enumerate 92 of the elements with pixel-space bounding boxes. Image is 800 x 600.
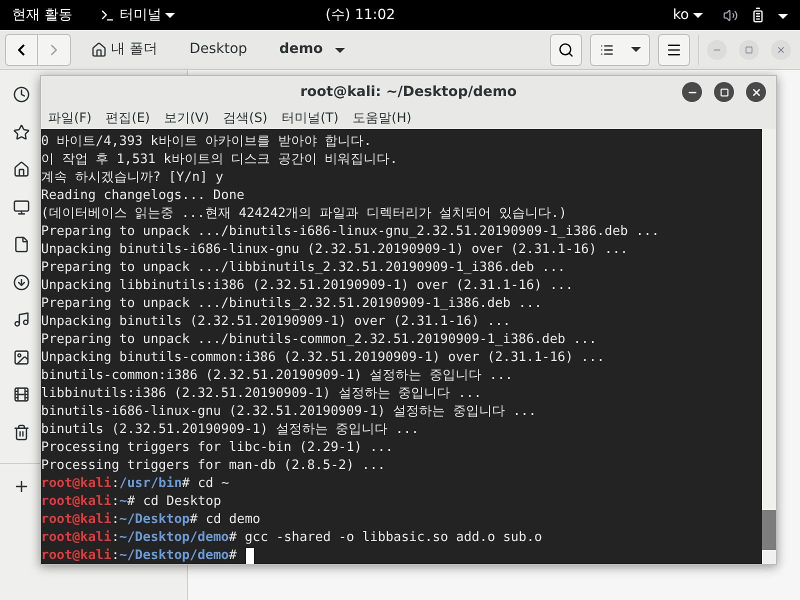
terminal-line: Processing triggers for libc-bin (2.29-1) ... [41, 439, 394, 457]
path-button[interactable]: demo [267, 34, 357, 64]
minimize-button[interactable] [682, 82, 702, 102]
menu-button[interactable] [658, 34, 690, 66]
search-button[interactable] [550, 34, 582, 66]
terminal-line: libbinutils:i386 (2.32.51.20190909-1) 설정하는 중입니다 ... [41, 385, 482, 403]
maximize-button[interactable] [714, 82, 734, 102]
terminal-line: binutils-i686-linux-gnu (2.32.51.20190909-1) 설정하는 중입니다 ... [41, 403, 536, 421]
sidebar-place-icon[interactable] [13, 274, 30, 290]
caret-icon [334, 48, 345, 53]
clock[interactable]: (수) 11:02 [325, 4, 396, 26]
search-icon [558, 42, 574, 58]
list-icon [600, 42, 614, 56]
menu-icon [666, 42, 682, 58]
command-text: cd Desktop [142, 493, 222, 511]
terminal-line: binutils (2.32.51.20190909-1) 설정하는 중입니다 ... [41, 421, 419, 439]
prompt-user: root@kali [41, 475, 112, 493]
close-icon [750, 86, 762, 98]
terminal-line: 0 바이트/4,393 k바이트 아카이브를 받아야 합니다. [41, 133, 372, 151]
prompt-user: root@kali [41, 511, 112, 529]
caret-icon [630, 47, 640, 52]
path-button[interactable]: Desktop [177, 34, 260, 64]
prompt-user: root@kali [41, 493, 112, 511]
terminal-icon [100, 8, 116, 22]
sidebar-place-icon[interactable] [13, 198, 30, 216]
terminal-line: 계속 하시겠습니까? [Y/n] y [41, 169, 224, 187]
command-text: cd ~ [198, 475, 230, 493]
input-method-menu[interactable]: ko [672, 4, 703, 26]
maximize-icon [720, 88, 728, 96]
scrollbar-thumb[interactable] [762, 510, 776, 550]
command-text: cd demo [206, 511, 260, 529]
volume-icon [723, 8, 738, 22]
prompt-sign: # [190, 511, 198, 529]
app-menu[interactable]: 터미널 [100, 4, 176, 26]
sidebar-place-icon[interactable] [13, 236, 30, 253]
sidebar-place-icon[interactable] [13, 161, 30, 178]
path-button[interactable]: 내 폴더 [79, 34, 170, 64]
terminal-line: binutils-common:i386 (2.32.51.20190909-1) 설정하는 중입니다 ... [41, 367, 513, 385]
close-button[interactable] [746, 82, 766, 102]
terminal-line: Preparing to unpack .../binutils_2.32.51.20190909-1_i386.deb ... [41, 295, 542, 313]
prompt-separator: : [111, 529, 120, 547]
sidebar-place-icon[interactable] [13, 386, 30, 403]
window-title: root@kali: ~/Desktop/demo [300, 82, 517, 102]
menu-item[interactable]: 터미널(T) [281, 108, 339, 128]
menu-item[interactable]: 도움말(H) [352, 108, 412, 128]
menu-item[interactable]: 편집(E) [106, 108, 150, 128]
sidebar-place-icon[interactable] [13, 311, 30, 328]
prompt-path: /usr/bin [119, 475, 182, 493]
prompt-user: root@kali [41, 529, 112, 547]
close-icon [776, 44, 786, 54]
command-text: gcc -shared -o libbasic.so add.o sub.o [244, 529, 542, 547]
menu-item[interactable]: 파일(F) [48, 108, 92, 128]
scrollbar[interactable] [762, 129, 776, 564]
terminal-line: Unpacking binutils-common:i386 (2.32.51.20190909-1) over (2.31.1-16) ... [41, 349, 605, 367]
maximize-icon [745, 46, 753, 54]
menu-item[interactable]: 보기(V) [164, 108, 210, 128]
prompt-path: ~/Desktop/demo [119, 529, 229, 547]
view-options-button[interactable] [590, 34, 650, 66]
terminal-line: Preparing to unpack .../binutils-i686-linux-gnu_2.32.51.20190909-1_i386.deb ... [41, 223, 660, 241]
menu-item[interactable]: 검색(S) [223, 108, 268, 128]
prompt-sign: # [182, 475, 190, 493]
back-icon [18, 44, 25, 56]
terminal-line: Preparing to unpack .../binutils-common_2.32.51.20190909-1_i386.deb ... [41, 331, 597, 349]
prompt-separator: : [111, 511, 120, 529]
prompt-path: ~/Desktop [119, 511, 190, 529]
terminal-line: Unpacking binutils (2.32.51.20190909-1) over (2.31.1-16) ... [41, 313, 511, 331]
prompt-separator: : [111, 547, 120, 564]
prompt-user: root@kali [41, 547, 112, 564]
caret-icon [778, 14, 788, 18]
sidebar-place-icon[interactable] [13, 348, 30, 366]
terminal-line: Processing triggers for man-db (2.8.5-2) ... [41, 457, 386, 475]
terminal-line: Preparing to unpack .../libbinutils_2.32.51.20190909-1_i386.deb ... [41, 259, 566, 277]
prompt-sign: # [127, 493, 135, 511]
prompt-path: ~/Desktop/demo [119, 547, 229, 564]
sidebar-place-icon[interactable] [13, 86, 30, 103]
terminal-line: 이 작업 후 1,531 k바이트의 디스크 공간이 비워집니다. [41, 151, 398, 169]
terminal-line: (데이터베이스 읽는중 ...현재 424242개의 파일과 디렉터리가 설치되어 있습니다.) [41, 205, 567, 223]
prompt-separator: : [111, 493, 120, 511]
terminal-line: Reading changelogs... Done [41, 187, 244, 205]
sidebar-place-icon[interactable] [13, 124, 30, 140]
add-icon[interactable] [13, 478, 30, 495]
sidebar-place-icon[interactable] [13, 424, 30, 440]
caret-icon [693, 12, 703, 18]
activities-button[interactable]: 현재 활동 [12, 4, 72, 26]
terminal-line: Unpacking binutils-i686-linux-gnu (2.32.51.20190909-1) over (2.31.1-16) ... [41, 241, 628, 259]
prompt-sign: # [228, 529, 237, 547]
prompt-path: ~ [119, 493, 128, 511]
prompt-separator: : [111, 475, 120, 493]
prompt-sign: # [228, 547, 237, 564]
home-icon [91, 42, 107, 58]
caret-icon [165, 12, 176, 18]
terminal-line: Unpacking libbinutils:i386 (2.32.51.20190909-1) over (2.31.1-16) ... [41, 277, 574, 295]
